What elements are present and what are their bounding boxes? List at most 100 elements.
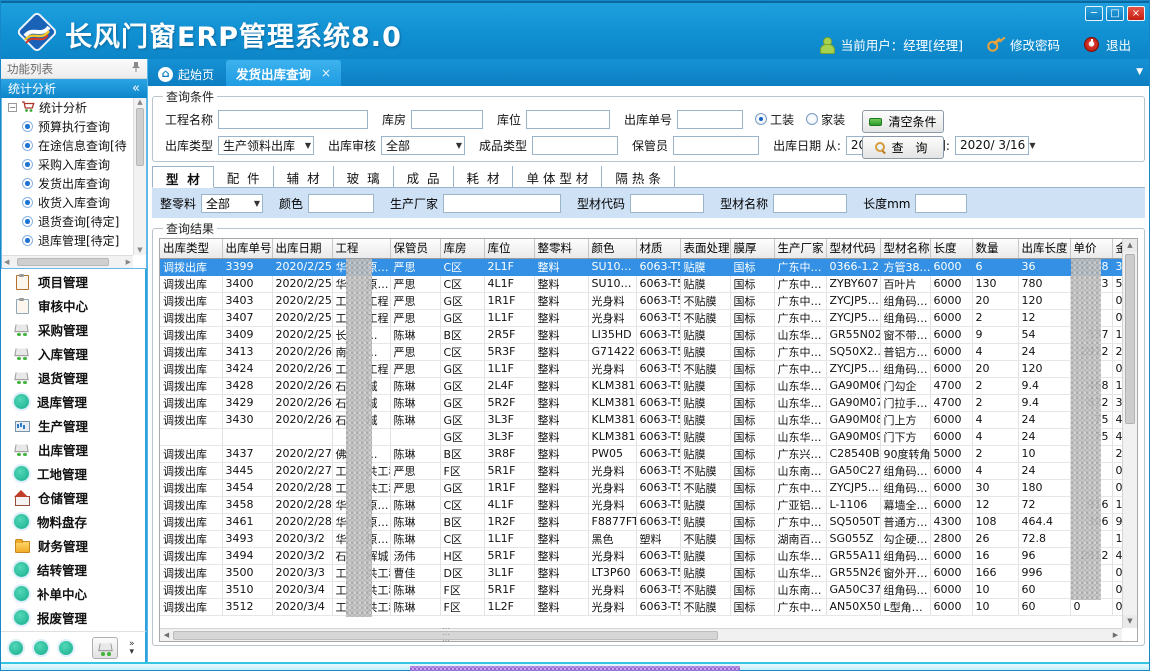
material-tab-5[interactable]: 成 品 (394, 166, 454, 187)
sidebar-section-statistics[interactable]: 统计分析 « (1, 79, 147, 98)
module-cart-button[interactable] (92, 637, 118, 659)
table-row[interactable]: 调拨出库34452020/2/27工共工程严思F区5R1F整料光身料6063-T… (160, 462, 1135, 479)
pin-icon[interactable] (131, 61, 141, 76)
material-tab-8[interactable]: 隔 热 条 (602, 166, 674, 187)
table-row[interactable]: 调拨出库34032020/2/25工工程严思G区1R1F整料光身料6063-T5… (160, 292, 1135, 309)
order-no-input[interactable] (677, 110, 743, 129)
sidebar-item-退库管理[interactable]: 退库管理 (1, 389, 145, 413)
horizontal-scroll-thumb[interactable] (173, 631, 718, 640)
column-header-13[interactable]: 生产厂家 (774, 239, 826, 258)
module-dot-icon[interactable] (34, 641, 48, 655)
column-header-6[interactable]: 库房 (440, 239, 484, 258)
minimize-button[interactable]: ─ (1085, 6, 1103, 21)
column-header-18[interactable]: 出库长度 (1018, 239, 1070, 258)
column-header-10[interactable]: 材质 (636, 239, 680, 258)
scroll-right-icon[interactable]: ▶ (1109, 631, 1122, 639)
sidebar-tree-item-4[interactable]: 发货出库查询 (2, 174, 133, 193)
tree-vertical-scrollbar[interactable]: ▲▼ (133, 98, 146, 255)
tab-home[interactable]: ⌂ 起始页 (148, 62, 226, 86)
kind-combo[interactable]: 全部▼ (201, 194, 263, 213)
sidebar-tree-item-1[interactable]: 预算执行查询 (2, 117, 133, 136)
scroll-left-icon[interactable]: ◀ (160, 631, 173, 639)
column-header-11[interactable]: 表面处理 (680, 239, 730, 258)
table-row[interactable]: 调拨出库33992020/2/25华原…严思C区2L1F整料SU10…6063-… (160, 258, 1135, 275)
sidebar-tree-item-2[interactable]: 在途信息查询[待 (2, 136, 133, 155)
vertical-scroll-thumb[interactable] (1125, 254, 1135, 424)
keeper-input[interactable] (673, 136, 759, 155)
table-row[interactable]: 调拨出库34092020/2/25长…陈琳B区2R5F整料LI35HD6063-… (160, 326, 1135, 343)
warehouse-input[interactable] (411, 110, 483, 129)
color-input[interactable] (308, 194, 374, 213)
maximize-button[interactable]: □ (1106, 6, 1124, 21)
collapse-icon[interactable]: « (132, 81, 140, 96)
column-header-12[interactable]: 膜厚 (730, 239, 774, 258)
column-header-17[interactable]: 数量 (972, 239, 1018, 258)
outbound-type-combo[interactable]: 生产领料出库▼ (218, 136, 314, 155)
sidebar-item-项目管理[interactable]: 项目管理 (1, 269, 145, 293)
sidebar-item-补单中心[interactable]: 补单中心 (1, 581, 145, 605)
table-row[interactable]: 调拨出库34292020/2/26石城陈琳G区5R2F整料KLM38176063… (160, 394, 1135, 411)
table-row[interactable]: 调拨出库34372020/2/27佛…陈琳B区3R8F整料PW056063-T5… (160, 445, 1135, 462)
table-vertical-scrollbar[interactable]: ▲ ▼ (1122, 239, 1137, 628)
column-header-1[interactable]: 出库类型 (160, 239, 222, 258)
profile-name-input[interactable] (773, 194, 847, 213)
tree-expander-icon[interactable]: − (8, 103, 17, 112)
clear-conditions-button[interactable]: 清空条件 (862, 110, 944, 133)
sidebar-item-采购管理[interactable]: 采购管理 (1, 317, 145, 341)
table-row[interactable]: 调拨出库34942020/3/2石辉城汤伟H区5R1F整料光身料6063-T5贴… (160, 547, 1135, 564)
table-row[interactable]: 调拨出库34612020/2/28华原…陈琳B区1R2F整料F8877FT606… (160, 513, 1135, 530)
column-header-15[interactable]: 型材名称 (880, 239, 930, 258)
sidebar-item-入库管理[interactable]: 入库管理 (1, 341, 145, 365)
sidebar-item-退货管理[interactable]: 退货管理 (1, 365, 145, 389)
sidebar-tree-item-5[interactable]: 收货入库查询 (2, 193, 133, 212)
table-row[interactable]: 调拨出库34242020/2/26工工程严思G区1L1F整料光身料6063-T5… (160, 360, 1135, 377)
material-tab-3[interactable]: 辅 材 (274, 166, 334, 187)
table-row[interactable]: 调拨出库35102020/3/4工共工程陈琳F区5R1F整料光身料6063-T5… (160, 581, 1135, 598)
length-input[interactable] (915, 194, 967, 213)
project-name-input[interactable] (218, 110, 368, 129)
manufacturer-input[interactable] (443, 194, 561, 213)
material-tab-4[interactable]: 玻 璃 (334, 166, 394, 187)
table-row[interactable]: G区3L3F整料KLM38176063-T5贴膜国标山东华…GA90M09.门下… (160, 428, 1135, 445)
radio-jiazhuang[interactable] (806, 113, 818, 125)
column-header-4[interactable]: 工程 (332, 239, 390, 258)
module-dot-icon[interactable] (59, 641, 73, 655)
column-header-5[interactable]: 保管员 (390, 239, 440, 258)
column-header-2[interactable]: 出库单号 (222, 239, 272, 258)
sidebar-item-工地管理[interactable]: 工地管理 (1, 461, 145, 485)
table-row[interactable]: 调拨出库34542020/2/28工共工程严思G区1R1F整料光身料6063-T… (160, 479, 1135, 496)
tree-root-statistics[interactable]: − 统计分析 (2, 98, 133, 117)
column-header-7[interactable]: 库位 (484, 239, 534, 258)
table-horizontal-scrollbar[interactable]: ◀ ▶ (160, 628, 1122, 641)
column-header-14[interactable]: 型材代码 (826, 239, 880, 258)
tab-outbound-query[interactable]: 发货出库查询 × (226, 60, 341, 86)
column-header-3[interactable]: 出库日期 (272, 239, 332, 258)
change-password-link[interactable]: 修改密码 (1010, 35, 1060, 54)
sidebar-item-生产管理[interactable]: 生产管理 (1, 413, 145, 437)
tab-overflow-icon[interactable]: ▼ (1136, 67, 1143, 77)
table-row[interactable]: 调拨出库34932020/3/2华原…陈琳C区1L1F整料黑色塑料不贴膜国标湖南… (160, 530, 1135, 547)
sidebar-item-仓储管理[interactable]: 仓储管理 (1, 485, 145, 509)
table-row[interactable]: 调拨出库34132020/2/26南…严思C区5R3F整料G714226063-… (160, 343, 1135, 360)
profile-code-input[interactable] (630, 194, 704, 213)
scroll-down-icon[interactable]: ▼ (1123, 615, 1137, 628)
location-input[interactable] (526, 110, 610, 129)
sidebar-tree-item-3[interactable]: 采购入库查询 (2, 155, 133, 174)
column-header-9[interactable]: 颜色 (588, 239, 636, 258)
sidebar-item-审核中心[interactable]: 审核中心 (1, 293, 145, 317)
sidebar-item-报废管理[interactable]: 报废管理 (1, 605, 145, 629)
sidebar-item-财务管理[interactable]: 财务管理 (1, 533, 145, 557)
search-button[interactable]: 查 询 (862, 136, 944, 159)
table-row[interactable]: 调拨出库34072020/2/25工工程严思G区1L1F整料光身料6063-T5… (160, 309, 1135, 326)
table-row[interactable]: 调拨出库34582020/2/28华原…陈琳C区4L1F整料光身料6063-T5… (160, 496, 1135, 513)
material-tab-1[interactable]: 型 材 (152, 166, 214, 188)
close-button[interactable]: × (1127, 6, 1145, 21)
sidebar-tree-item-7[interactable]: 退库管理[待定] (2, 231, 133, 250)
radio-gongzhuang[interactable] (755, 113, 767, 125)
column-header-16[interactable]: 长度 (930, 239, 972, 258)
product-type-input[interactable] (532, 136, 618, 155)
sidebar-item-结转管理[interactable]: 结转管理 (1, 557, 145, 581)
logout-link[interactable]: 退出 (1106, 35, 1131, 54)
tree-horizontal-scrollbar[interactable]: ◀▶ (2, 255, 133, 268)
column-header-19[interactable]: 单价 (1070, 239, 1112, 258)
